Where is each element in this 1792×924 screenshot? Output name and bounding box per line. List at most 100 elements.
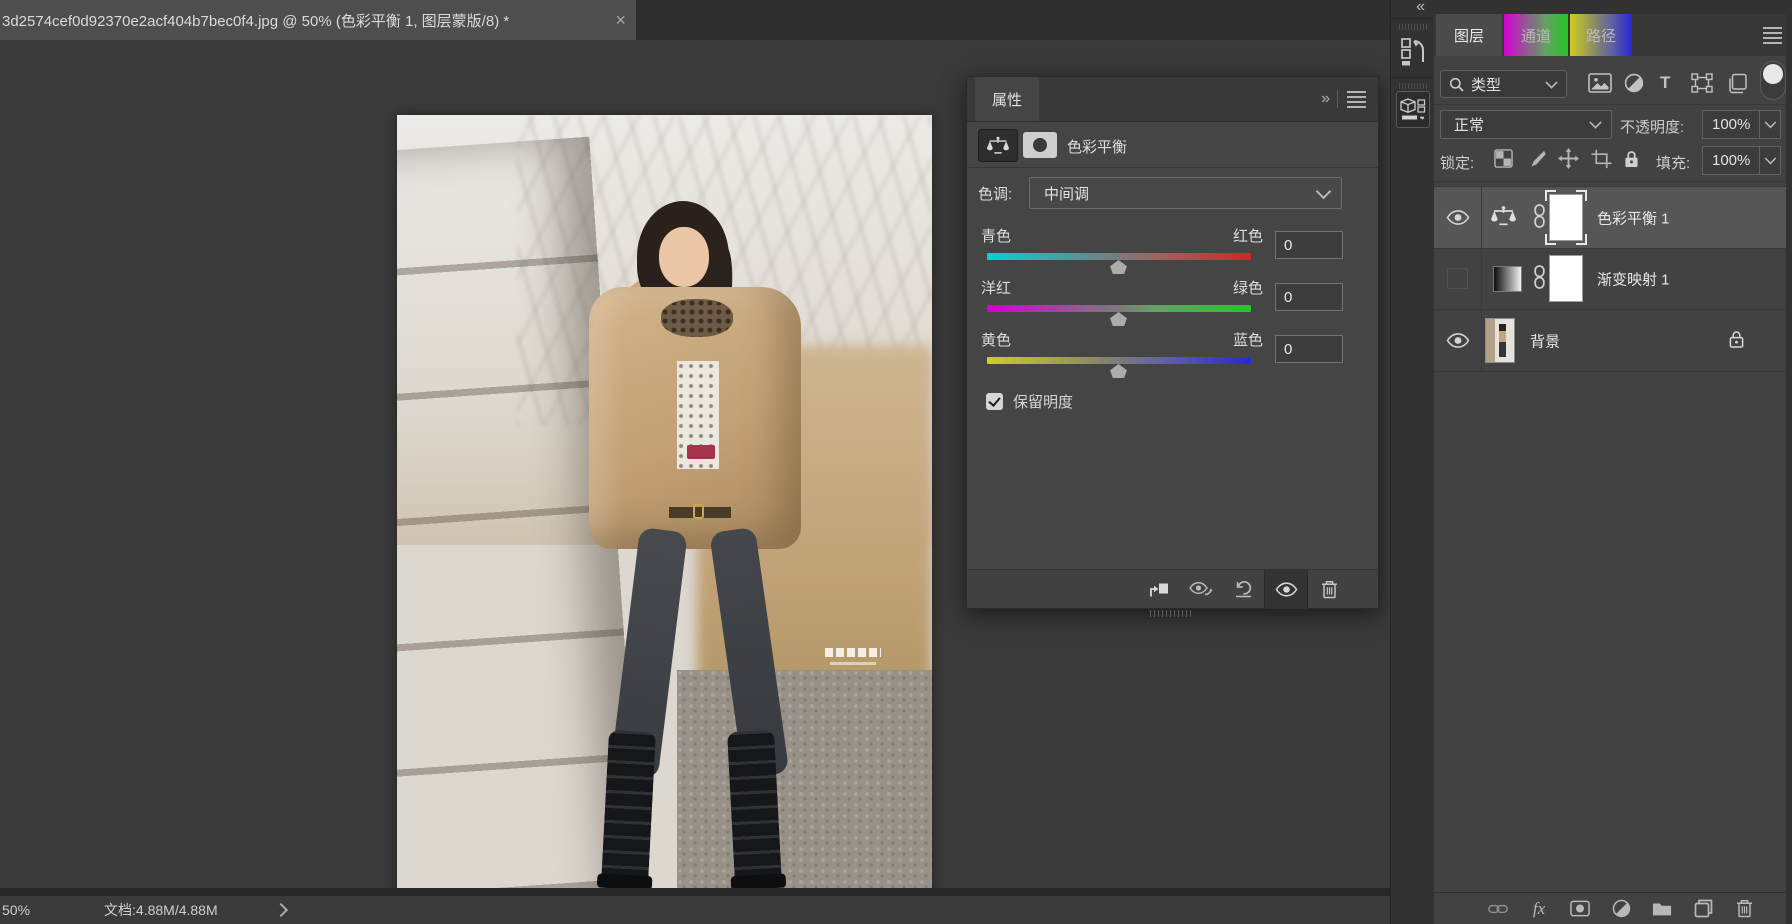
layer-name[interactable]: 渐变映射 1 bbox=[1597, 268, 1670, 289]
photoshop-app: 3d2574cef0d92370e2acf404b7bec0f4.jpg @ 5… bbox=[0, 0, 1792, 924]
yellow-blue-slider-row: 黄色 蓝色 0 bbox=[981, 329, 1353, 381]
layer-style-fx-icon[interactable]: fx bbox=[1529, 899, 1549, 919]
tab-paths[interactable]: 路径 bbox=[1570, 14, 1632, 56]
tab-channels[interactable]: 通道 bbox=[1504, 14, 1568, 56]
visibility-off-box[interactable] bbox=[1447, 268, 1468, 289]
divider bbox=[1337, 90, 1338, 108]
filter-adjustment-layers-icon[interactable] bbox=[1624, 73, 1644, 93]
link-layers-icon[interactable] bbox=[1488, 903, 1508, 915]
dock-drag-grip[interactable] bbox=[1399, 24, 1427, 30]
slider-right-label: 红色 bbox=[1232, 228, 1263, 245]
blend-mode-value: 正常 bbox=[1454, 117, 1485, 134]
lock-all-icon[interactable] bbox=[1624, 150, 1639, 168]
panel-right-gutter bbox=[1786, 14, 1792, 924]
new-adjustment-layer-icon[interactable] bbox=[1611, 899, 1631, 918]
zoom-level[interactable]: 50% bbox=[2, 902, 30, 918]
lock-position-move-icon[interactable] bbox=[1558, 148, 1579, 169]
lock-buttons bbox=[1494, 148, 1639, 169]
layer-filtering-toggle[interactable] bbox=[1760, 61, 1786, 100]
visibility-cell[interactable] bbox=[1434, 310, 1482, 371]
background-layer-thumbnail[interactable] bbox=[1485, 318, 1515, 363]
magenta-green-slider-row: 洋红 绿色 0 bbox=[981, 277, 1353, 329]
yellow-blue-value-input[interactable]: 0 bbox=[1275, 335, 1343, 363]
layer-filter-type-select[interactable]: 类型 bbox=[1440, 70, 1567, 98]
yellow-blue-slider-track[interactable] bbox=[987, 357, 1251, 364]
3d-panel-button[interactable] bbox=[1396, 91, 1430, 128]
preserve-luminosity-row: 保留明度 bbox=[986, 391, 1073, 412]
mask-link-icon[interactable] bbox=[1533, 264, 1546, 293]
gradient-map-layer-thumbnail[interactable] bbox=[1493, 265, 1522, 292]
chevron-down-icon bbox=[1545, 75, 1558, 89]
delete-layer-icon[interactable] bbox=[1734, 899, 1754, 918]
collapse-panel-icon[interactable]: » bbox=[1321, 90, 1330, 108]
new-layer-icon[interactable] bbox=[1693, 899, 1713, 918]
history-panel-button[interactable] bbox=[1398, 33, 1428, 69]
toggle-visibility-button[interactable] bbox=[1264, 569, 1308, 609]
horizontal-scrollbar-track[interactable] bbox=[0, 888, 1390, 896]
filter-smart-objects-icon[interactable] bbox=[1727, 73, 1748, 94]
delete-adjustment-button[interactable] bbox=[1308, 570, 1350, 609]
fill-input[interactable]: 100% bbox=[1702, 146, 1760, 175]
tab-properties[interactable]: 属性 bbox=[975, 77, 1039, 121]
lock-transparency-icon[interactable] bbox=[1494, 149, 1513, 168]
color-balance-layer-icon bbox=[1490, 205, 1517, 230]
tone-select[interactable]: 中间调 bbox=[1029, 177, 1342, 209]
opacity-input[interactable]: 100% bbox=[1702, 110, 1760, 139]
opacity-label: 不透明度: bbox=[1620, 119, 1685, 136]
fill-dropdown-button[interactable] bbox=[1760, 146, 1781, 175]
layer-name[interactable]: 色彩平衡 1 bbox=[1597, 207, 1670, 228]
filter-shape-layers-icon[interactable] bbox=[1691, 73, 1713, 93]
panel-menu-icon[interactable] bbox=[1763, 27, 1782, 44]
properties-panel: 属性 » 色彩平衡 色调: 中间调 青色 红色 0 洋红 绿色 0 黄色 蓝色 … bbox=[966, 76, 1379, 609]
filter-pixel-layers-icon[interactable] bbox=[1588, 73, 1612, 93]
magenta-green-value-input[interactable]: 0 bbox=[1275, 283, 1343, 311]
status-chevron-icon[interactable] bbox=[273, 902, 288, 918]
blend-mode-select[interactable]: 正常 bbox=[1440, 110, 1612, 139]
view-previous-state-button[interactable] bbox=[1180, 570, 1222, 609]
tab-layers[interactable]: 图层 bbox=[1436, 14, 1502, 56]
visibility-cell[interactable] bbox=[1434, 248, 1482, 309]
layers-bottom-bar: fx bbox=[1434, 892, 1792, 924]
layer-mask-thumbnail[interactable] bbox=[1549, 255, 1583, 302]
cyan-red-slider-track[interactable] bbox=[987, 253, 1251, 260]
clip-to-layer-button[interactable] bbox=[1138, 570, 1180, 609]
divider bbox=[1391, 18, 1434, 19]
magenta-green-slider-thumb[interactable] bbox=[1110, 312, 1127, 326]
add-layer-mask-icon[interactable] bbox=[1570, 900, 1590, 917]
opacity-dropdown-button[interactable] bbox=[1760, 110, 1781, 139]
cyan-red-value-input[interactable]: 0 bbox=[1275, 231, 1343, 259]
lock-pixels-brush-icon[interactable] bbox=[1525, 149, 1546, 169]
tone-select-value: 中间调 bbox=[1044, 185, 1090, 203]
layer-row-color-balance[interactable]: 色彩平衡 1 bbox=[1434, 186, 1786, 249]
preserve-luminosity-checkbox[interactable] bbox=[986, 393, 1003, 410]
layer-mask-icon[interactable] bbox=[1023, 132, 1057, 158]
layer-mask-thumbnail-selected[interactable] bbox=[1545, 190, 1587, 245]
magenta-green-slider-track[interactable] bbox=[987, 305, 1251, 312]
lock-artboard-icon[interactable] bbox=[1591, 149, 1612, 169]
layer-lock-icon[interactable] bbox=[1729, 330, 1744, 352]
layer-name[interactable]: 背景 bbox=[1530, 330, 1560, 351]
reset-button[interactable] bbox=[1222, 570, 1264, 609]
cyan-red-slider-thumb[interactable] bbox=[1110, 260, 1127, 274]
visibility-cell[interactable] bbox=[1434, 187, 1482, 248]
panel-menu-icon[interactable] bbox=[1347, 90, 1366, 108]
yellow-blue-slider-thumb[interactable] bbox=[1110, 364, 1127, 378]
collapse-dock-icon[interactable]: « bbox=[1416, 0, 1425, 16]
filter-type-layers-icon[interactable]: T bbox=[1660, 73, 1670, 93]
properties-panel-header[interactable]: 属性 » bbox=[967, 77, 1378, 122]
close-icon[interactable]: × bbox=[615, 11, 626, 29]
divider bbox=[967, 167, 1378, 168]
layer-row-gradient-map[interactable]: 渐变映射 1 bbox=[1434, 248, 1786, 310]
document-tab-title: 3d2574cef0d92370e2acf404b7bec0f4.jpg @ 5… bbox=[2, 12, 510, 30]
dock-drag-grip[interactable] bbox=[1399, 83, 1427, 89]
slider-right-label: 蓝色 bbox=[1232, 332, 1263, 349]
panel-resize-grip[interactable] bbox=[1150, 610, 1194, 617]
document-canvas-photo[interactable] bbox=[397, 115, 932, 915]
fill-label: 填充: bbox=[1656, 155, 1691, 172]
new-group-folder-icon[interactable] bbox=[1652, 900, 1672, 917]
document-tab[interactable]: 3d2574cef0d92370e2acf404b7bec0f4.jpg @ 5… bbox=[0, 0, 636, 40]
divider bbox=[1391, 77, 1434, 78]
preserve-luminosity-label: 保留明度 bbox=[1013, 394, 1074, 411]
layer-row-background[interactable]: 背景 bbox=[1434, 310, 1786, 372]
chevron-down-icon bbox=[1589, 116, 1602, 129]
